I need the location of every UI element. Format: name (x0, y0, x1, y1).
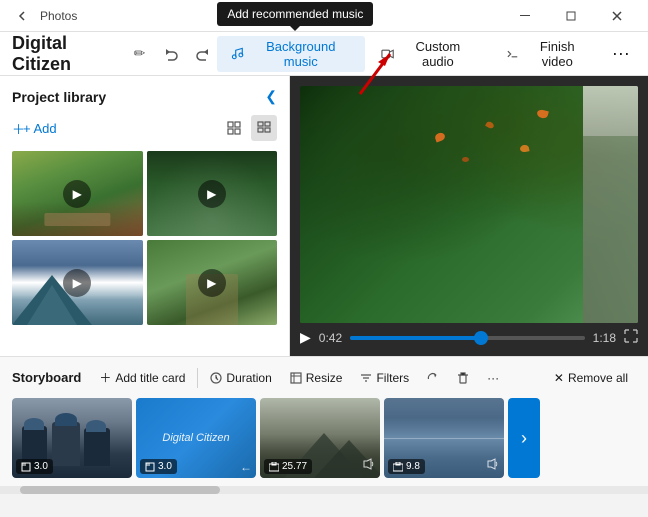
storyboard-clip[interactable]: 9.8 (384, 398, 504, 478)
plus-icon: ＋ (99, 369, 111, 386)
media-grid: ▶ ▶ ▶ (12, 151, 277, 325)
play-button-overlay[interactable]: ▶ (198, 180, 226, 208)
window-controls (502, 0, 640, 32)
add-title-card-button[interactable]: ＋ Add title card (91, 365, 193, 390)
seek-fill (350, 336, 481, 340)
media-item[interactable]: ▶ (147, 240, 278, 325)
media-item[interactable]: ▶ (12, 151, 143, 236)
current-time: 0:42 (319, 331, 342, 345)
main-toolbar: Digital Citizen ✏ Add recommended music (0, 32, 648, 76)
rotate-button[interactable] (419, 368, 447, 388)
clip-duration-badge: 3.0 (16, 459, 53, 474)
video-preview-panel: ▶ 0:42 1:18 (290, 76, 648, 356)
next-clips-button[interactable]: › (508, 398, 540, 478)
panel-title: Project library (12, 89, 106, 105)
back-button[interactable] (8, 2, 36, 30)
redo-button[interactable] (189, 40, 217, 68)
play-button[interactable]: ▶ (300, 329, 311, 346)
fullscreen-button[interactable] (624, 329, 638, 346)
panel-toolbar: ＋ + Add (12, 115, 277, 141)
add-media-button[interactable]: ＋ + Add (12, 119, 57, 138)
custom-audio-button[interactable]: Custom audio (367, 36, 490, 72)
app-name: Photos (40, 9, 77, 23)
clip-duration-badge: 9.8 (388, 459, 425, 474)
play-button-overlay[interactable]: ▶ (198, 269, 226, 297)
content-area: Project library ❮ ＋ + Add (0, 76, 648, 356)
media-item[interactable]: ▶ (12, 240, 143, 325)
view-toggle (221, 115, 277, 141)
edit-icon[interactable]: ✏ (134, 45, 146, 62)
end-time: 1:18 (593, 331, 616, 345)
resize-button[interactable]: Resize (282, 367, 351, 389)
delete-button[interactable] (449, 368, 477, 388)
project-title: Digital Citizen (12, 33, 126, 75)
finish-video-button[interactable]: Finish video (492, 36, 604, 72)
storyboard-clip[interactable]: 3.0 (12, 398, 132, 478)
filters-button[interactable]: Filters (352, 367, 417, 389)
more-storyboard-button[interactable]: ··· (479, 367, 507, 389)
storyboard-section: Storyboard ＋ Add title card Duration Res… (0, 356, 648, 486)
storyboard-clip[interactable]: 25.77 (260, 398, 380, 478)
audio-icon (362, 457, 376, 474)
remove-all-button[interactable]: ✕ Remove all (546, 367, 636, 389)
maximize-button[interactable] (548, 0, 594, 32)
tooltip: Add recommended music (217, 2, 373, 26)
collapse-icon[interactable]: ❮ (265, 88, 277, 105)
undo-redo-group (157, 40, 217, 68)
grid-view-button[interactable] (221, 115, 247, 141)
more-options-button[interactable]: ··· (606, 36, 636, 72)
play-button-overlay[interactable]: ▶ (63, 180, 91, 208)
project-library-panel: Project library ❮ ＋ + Add (0, 76, 290, 356)
list-view-button[interactable] (251, 115, 277, 141)
clip-duration-badge: 3.0 (140, 459, 177, 474)
play-button-overlay[interactable]: ▶ (63, 269, 91, 297)
horizontal-scrollbar[interactable] (0, 486, 648, 494)
close-button[interactable] (594, 0, 640, 32)
background-music-button[interactable]: Background music (217, 36, 365, 72)
storyboard-clips: 3.0 Digital Citizen 3.0 ← (12, 398, 636, 486)
clip-duration-badge: 25.77 (264, 459, 312, 474)
playback-controls: ▶ 0:42 1:18 (300, 323, 638, 346)
seek-thumb[interactable] (474, 331, 488, 345)
panel-header: Project library ❮ (12, 88, 277, 105)
separator (197, 368, 198, 388)
storyboard-title: Storyboard (12, 370, 81, 385)
storyboard-clip[interactable]: Digital Citizen 3.0 ← (136, 398, 256, 478)
undo-button[interactable] (157, 40, 185, 68)
audio-icon (486, 457, 500, 474)
music-toolbar: Add recommended music Background music (217, 36, 636, 72)
minimize-button[interactable] (502, 0, 548, 32)
video-preview (300, 86, 638, 323)
seek-bar[interactable] (350, 336, 585, 340)
storyboard-toolbar: Storyboard ＋ Add title card Duration Res… (12, 365, 636, 390)
duration-button[interactable]: Duration (202, 367, 279, 389)
media-item[interactable]: ▶ (147, 151, 278, 236)
